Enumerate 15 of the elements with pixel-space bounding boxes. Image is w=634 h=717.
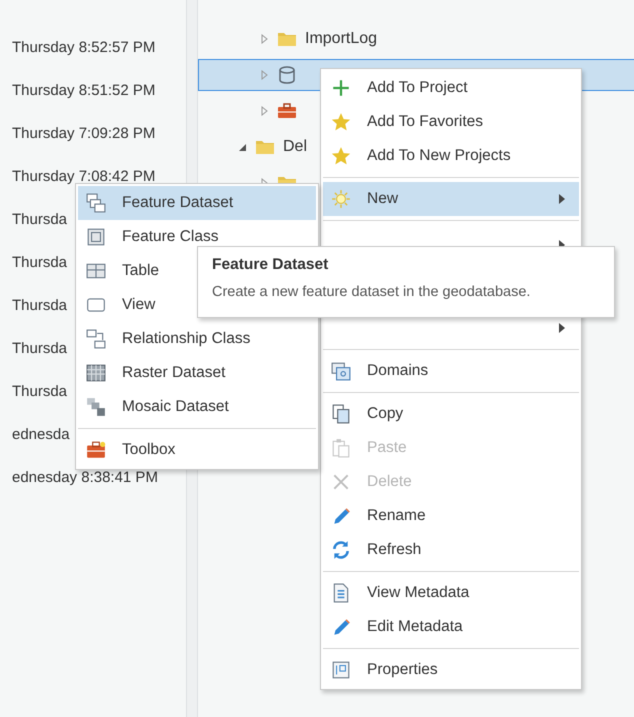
tree-item-label: Del [283, 138, 308, 156]
tree-item-label: ImportLog [305, 30, 378, 48]
date-modified-text: Thursda [11, 296, 68, 316]
date-modified-text: Thursda [11, 339, 68, 359]
date-modified-text: Thursday 8:51:52 PM [11, 81, 156, 101]
date-modified-text: ednesda [11, 425, 70, 445]
date-modified-text: Thursday 7:09:28 PM [11, 124, 156, 144]
tooltip-title: Feature Dataset [212, 256, 330, 274]
date-modified-text: Thursda [11, 382, 68, 402]
date-modified-text: ednesday 8:38:41 PM [11, 468, 158, 488]
date-modified-text: Thursda [11, 210, 68, 230]
tooltip-description: Create a new feature dataset in the geodatabase. [212, 284, 532, 300]
date-modified-text: Thursday 7:08:42 PM [11, 167, 156, 187]
date-modified-text: Thursda [11, 253, 68, 273]
date-modified-text: Thursday 8:52:57 PM [11, 38, 156, 58]
